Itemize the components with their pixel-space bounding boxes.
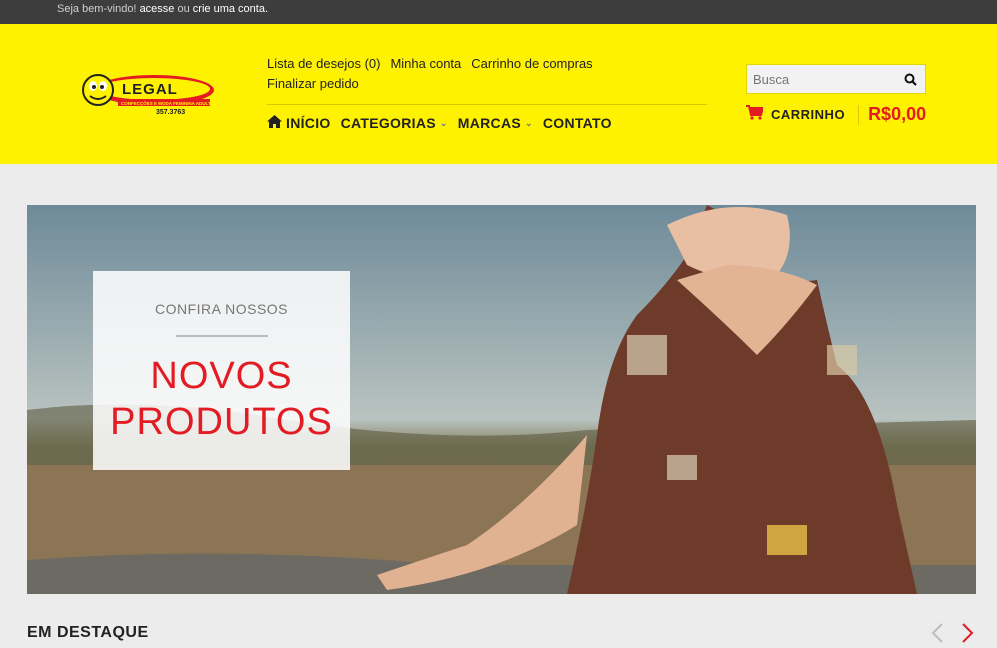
nav-categories[interactable]: CATEGORIAS ⌄: [341, 115, 448, 131]
logo-brand-text: LEGAL: [122, 81, 178, 98]
chevron-down-icon: ⌄: [525, 117, 533, 128]
cart-label: CARRINHO: [771, 107, 846, 122]
checkout-link[interactable]: Finalizar pedido: [267, 74, 697, 94]
chevron-left-icon[interactable]: [930, 622, 944, 648]
promo-title-line2: PRODUTOS: [110, 401, 333, 443]
nav-contact[interactable]: CONTATO: [543, 115, 612, 131]
chevron-right-icon[interactable]: [961, 622, 975, 648]
login-link[interactable]: acesse: [140, 3, 175, 15]
top-bar: Seja bem-vindo! acesse ou crie uma conta…: [0, 0, 997, 24]
site-logo[interactable]: LEGAL CONFECÇÕES E MODA FEMININA ADULTA …: [78, 72, 218, 117]
register-link[interactable]: crie uma conta.: [193, 3, 268, 15]
promo-subtitle: CONFIRA NOSSOS: [154, 301, 289, 317]
nav-divider: [267, 104, 707, 105]
promo-title-line1: NOVOS: [150, 355, 293, 397]
cart-divider: [858, 104, 860, 125]
promo-divider: [175, 335, 268, 337]
nav-brands-label: MARCAS: [457, 115, 521, 131]
my-account-link[interactable]: Minha conta: [390, 56, 461, 71]
promo-box: CONFIRA NOSSOS NOVOS PRODUTOS: [93, 271, 350, 470]
nav-home[interactable]: INÍCIO: [267, 115, 331, 131]
cart-summary[interactable]: CARRINHO R$0,00: [746, 104, 926, 125]
wishlist-link[interactable]: Lista de desejos (0): [267, 56, 380, 71]
featured-heading: EM DESTAQUE: [27, 624, 149, 641]
welcome-message: Seja bem-vindo! acesse ou crie uma conta…: [57, 3, 268, 15]
nav-brands[interactable]: MARCAS ⌄: [458, 115, 533, 131]
nav-categories-label: CATEGORIAS: [340, 115, 436, 131]
logo-code: 357.3763: [156, 109, 185, 116]
account-links: Lista de desejos (0) Minha conta Carrinho …: [267, 54, 707, 94]
logo-tagline: CONFECÇÕES E MODA FEMININA ADULTA: [121, 100, 214, 106]
hero-banner[interactable]: CONFIRA NOSSOS NOVOS PRODUTOS: [27, 205, 976, 594]
welcome-text: Seja bem-vindo!: [57, 3, 137, 15]
shopping-cart-link[interactable]: Carrinho de compras: [471, 56, 592, 71]
search-box: [746, 64, 926, 94]
search-input[interactable]: [747, 71, 895, 87]
nav-contact-label: CONTATO: [542, 115, 612, 131]
chevron-down-icon: ⌄: [439, 117, 448, 128]
main-nav: INÍCIO CATEGORIAS ⌄ MARCAS ⌄ CONTATO: [267, 115, 622, 131]
cart-total: R$0,00: [868, 104, 927, 124]
cart-icon: [746, 104, 765, 125]
nav-home-label: INÍCIO: [286, 115, 331, 131]
search-icon[interactable]: [895, 65, 925, 93]
home-icon: [267, 115, 282, 131]
or-text: ou: [177, 3, 190, 15]
site-header: LEGAL CONFECÇÕES E MODA FEMININA ADULTA …: [0, 24, 997, 164]
